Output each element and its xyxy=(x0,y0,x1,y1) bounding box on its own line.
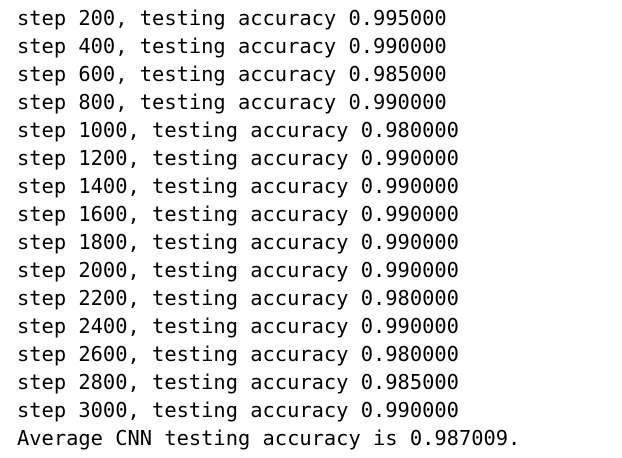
output-line-step-600: step 600, testing accuracy 0.985000 xyxy=(17,62,447,86)
output-line-step-400: step 400, testing accuracy 0.990000 xyxy=(17,34,447,58)
output-line-average-accuracy: Average CNN testing accuracy is 0.987009… xyxy=(17,426,521,450)
output-line-step-1400: step 1400, testing accuracy 0.990000 xyxy=(17,174,459,198)
output-line-step-200: step 200, testing accuracy 0.995000 xyxy=(17,6,447,30)
output-line-step-3000: step 3000, testing accuracy 0.990000 xyxy=(17,398,459,422)
output-line-step-1800: step 1800, testing accuracy 0.990000 xyxy=(17,230,459,254)
output-line-step-800: step 800, testing accuracy 0.990000 xyxy=(17,90,447,114)
output-line-step-2600: step 2600, testing accuracy 0.980000 xyxy=(17,342,459,366)
output-line-step-1600: step 1600, testing accuracy 0.990000 xyxy=(17,202,459,226)
output-line-step-2200: step 2200, testing accuracy 0.980000 xyxy=(17,286,459,310)
console-output: step 200, testing accuracy 0.995000 step… xyxy=(0,0,622,458)
output-line-step-2000: step 2000, testing accuracy 0.990000 xyxy=(17,258,459,282)
output-line-step-1000: step 1000, testing accuracy 0.980000 xyxy=(17,118,459,142)
output-line-step-2400: step 2400, testing accuracy 0.990000 xyxy=(17,314,459,338)
output-line-step-1200: step 1200, testing accuracy 0.990000 xyxy=(17,146,459,170)
output-line-step-2800: step 2800, testing accuracy 0.985000 xyxy=(17,370,459,394)
